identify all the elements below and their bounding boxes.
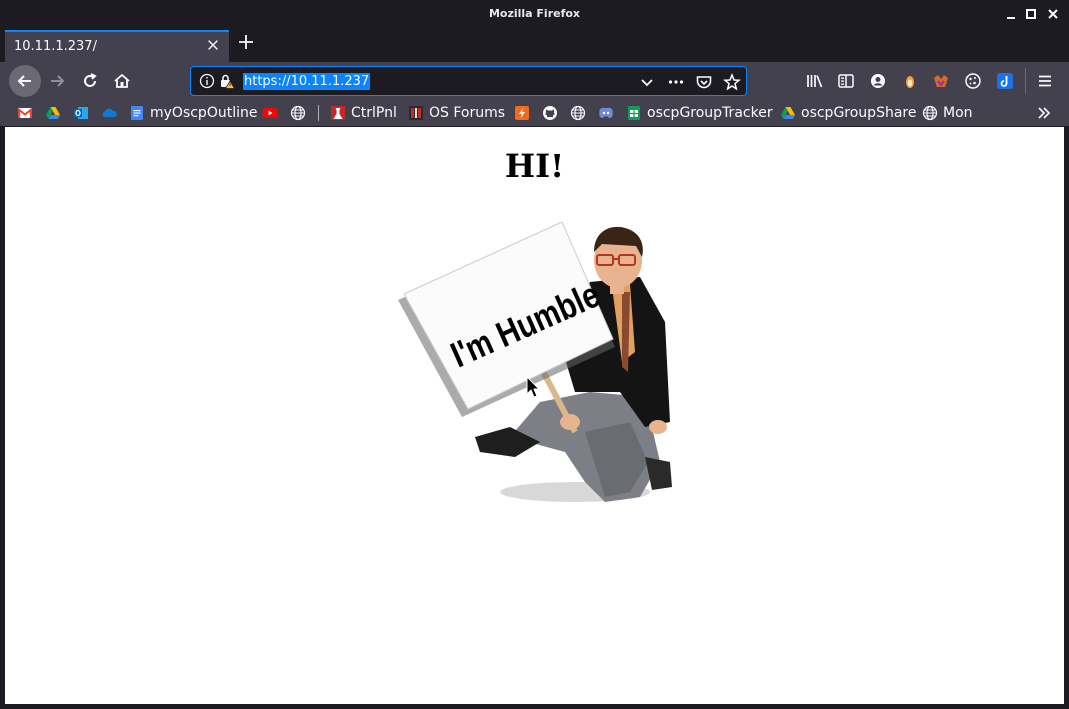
bookmark-oscpgrouptracker[interactable]: oscpGroupTracker: [626, 104, 773, 122]
bookmark-separator: [318, 105, 319, 121]
account-icon[interactable]: [869, 72, 887, 90]
bookmark-bolt[interactable]: [514, 104, 535, 122]
info-icon[interactable]: [199, 73, 215, 89]
bookmark-globe-2[interactable]: [570, 104, 591, 122]
tab-bar: 10.11.1.237/: [0, 28, 1069, 62]
google-drive-icon: [781, 107, 795, 119]
bookmark-star-icon[interactable]: [723, 73, 741, 91]
plus-icon: [239, 35, 253, 49]
bookmarks-overflow-button[interactable]: [1036, 104, 1052, 122]
os-forums-icon: [409, 106, 423, 120]
pocket-icon[interactable]: [695, 73, 713, 91]
bookmark-oscpgroupshare[interactable]: oscpGroupShare: [780, 104, 916, 122]
window-titlebar: Mozilla Firefox: [0, 0, 1069, 28]
bolt-icon: [515, 106, 529, 120]
tab-title: 10.11.1.237/: [14, 39, 97, 54]
bookmark-label: oscpGroupTracker: [647, 105, 773, 121]
more-actions-icon[interactable]: [667, 73, 685, 91]
globe-icon: [922, 105, 938, 121]
github-icon: [543, 106, 557, 120]
extension-blue-icon[interactable]: [996, 72, 1014, 90]
url-text[interactable]: https://10.11.1.237: [243, 73, 371, 90]
bookmark-gmail[interactable]: [17, 104, 38, 122]
minimize-icon[interactable]: [1003, 6, 1019, 22]
wappalyzer-extension-icon[interactable]: [932, 72, 950, 90]
library-icon[interactable]: [806, 72, 824, 90]
bookmark-label: OS Forums: [429, 105, 506, 121]
chevron-down-icon[interactable]: [638, 73, 656, 91]
bookmark-label: Mon: [943, 105, 973, 121]
reload-icon: [84, 73, 97, 87]
globe-icon: [570, 105, 586, 121]
new-tab-button[interactable]: [235, 33, 257, 55]
reload-button[interactable]: [74, 65, 106, 97]
bookmark-label: CtrlPnl: [351, 105, 397, 121]
maximize-icon[interactable]: [1023, 6, 1039, 22]
home-button[interactable]: [106, 65, 138, 97]
bookmark-outlook[interactable]: [73, 104, 94, 122]
outlook-icon: [74, 107, 88, 119]
close-tab-icon[interactable]: [205, 38, 221, 54]
page-heading: HI!: [504, 147, 565, 185]
window-bottom-border: [0, 704, 1069, 709]
bookmark-youtube[interactable]: [262, 104, 283, 122]
insecure-lock-icon[interactable]: [219, 73, 235, 89]
google-docs-icon: [131, 106, 143, 120]
bookmark-drive[interactable]: [45, 104, 66, 122]
bookmark-onedrive[interactable]: [101, 104, 122, 122]
double-chevron-right-icon: [1038, 107, 1051, 119]
page-content: HI! I'm Humble: [5, 127, 1064, 704]
onedrive-icon: [102, 108, 117, 117]
bookmark-mon[interactable]: Mon: [922, 104, 973, 122]
bookmark-discord[interactable]: [598, 104, 619, 122]
gmail-icon: [17, 108, 33, 118]
home-icon: [114, 73, 130, 88]
bookmark-ctrlpnl[interactable]: CtrlPnl: [330, 104, 397, 122]
cookie-editor-icon[interactable]: [964, 72, 982, 90]
hamburger-menu-icon[interactable]: [1036, 72, 1054, 90]
tab-active[interactable]: 10.11.1.237/: [5, 30, 229, 62]
bookmark-myoscpoutline[interactable]: myOscpOutline: [129, 104, 257, 122]
youtube-icon: [262, 108, 278, 118]
arrow-right-icon: [51, 75, 65, 87]
arrow-left-icon: [17, 75, 31, 87]
bookmark-label: myOscpOutline: [150, 105, 258, 121]
back-button[interactable]: [9, 65, 41, 97]
close-window-icon[interactable]: [1045, 6, 1061, 22]
bookmark-os-forums[interactable]: OS Forums: [408, 104, 505, 122]
bookmark-label: oscpGroupShare: [801, 105, 917, 121]
humble-man-image: I'm Humble: [398, 222, 672, 502]
bookmark-github[interactable]: [542, 104, 563, 122]
navigation-toolbar: https://10.11.1.237: [0, 62, 1069, 100]
globe-icon: [290, 105, 306, 121]
google-sheets-icon: [628, 106, 640, 120]
window-title: Mozilla Firefox: [488, 7, 581, 20]
bookmark-globe-1[interactable]: [290, 104, 311, 122]
google-drive-icon: [46, 107, 60, 119]
forward-button[interactable]: [41, 65, 73, 97]
sidebar-icon[interactable]: [837, 72, 855, 90]
bookmarks-toolbar: myOscpOutline CtrlPnl OS Forums oscpGrou…: [0, 100, 1069, 126]
discord-icon: [599, 107, 613, 119]
foxyproxy-extension-icon[interactable]: [901, 72, 919, 90]
url-bar[interactable]: https://10.11.1.237: [190, 66, 747, 96]
ctrlpnl-icon: [331, 106, 345, 120]
toolbar-separator: [1025, 68, 1026, 94]
